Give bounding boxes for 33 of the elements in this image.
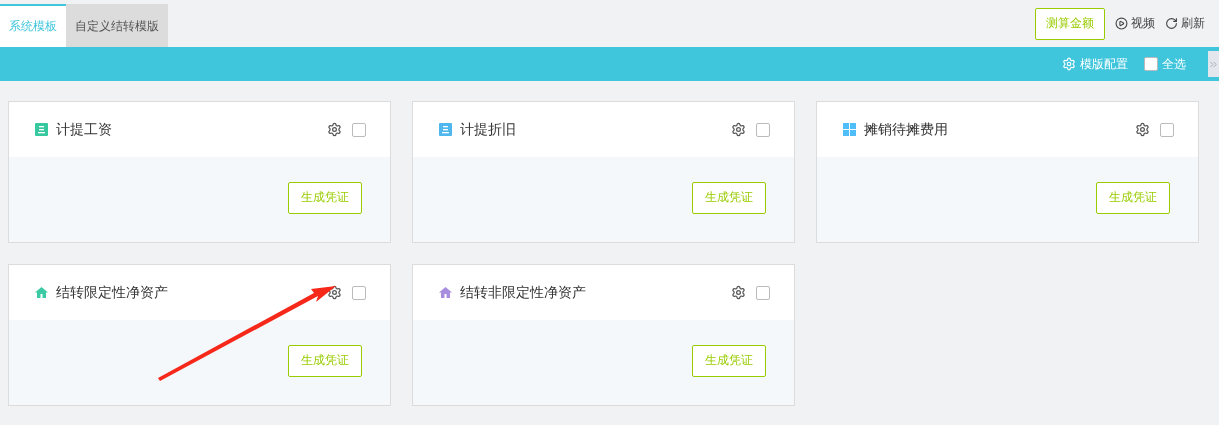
generate-voucher-button[interactable]: 生成凭证 — [288, 181, 362, 214]
checkbox[interactable] — [756, 285, 770, 300]
estimate-button[interactable]: 测算金额 — [1035, 7, 1105, 40]
checkbox[interactable] — [756, 122, 770, 137]
tab[interactable]: 系统模板 — [0, 4, 66, 47]
settings-icon[interactable] — [1135, 122, 1150, 137]
checkbox[interactable] — [1160, 122, 1174, 137]
generate-voucher-button[interactable]: 生成凭证 — [288, 344, 362, 377]
video-link[interactable]: 视频 — [1115, 15, 1155, 32]
checkbox[interactable] — [352, 122, 366, 137]
collapse-handle[interactable] — [1208, 51, 1219, 77]
generate-voucher-button[interactable]: 生成凭证 — [692, 181, 766, 214]
play-icon — [1115, 17, 1128, 30]
card-title: 结转限定性净资产 — [56, 283, 168, 302]
settings-icon — [1062, 57, 1076, 71]
card-title: 计提折旧 — [460, 120, 516, 139]
refresh-link[interactable]: 刷新 — [1165, 15, 1205, 32]
settings-icon[interactable] — [731, 122, 746, 137]
config-link[interactable]: 模版配置 — [1062, 55, 1128, 73]
card-title: 摊销待摊费用 — [864, 120, 948, 139]
settings-icon[interactable] — [327, 122, 342, 137]
select-all-checkbox[interactable]: 全选 — [1144, 55, 1186, 73]
select-all-label: 全选 — [1162, 55, 1186, 73]
tab[interactable]: 自定义结转模版 — [66, 4, 168, 47]
refresh-icon — [1165, 17, 1178, 30]
card-title: 计提工资 — [56, 120, 112, 139]
settings-icon[interactable] — [731, 285, 746, 300]
settings-icon[interactable] — [327, 285, 342, 300]
card-title: 结转非限定性净资产 — [460, 283, 586, 302]
generate-voucher-button[interactable]: 生成凭证 — [1096, 181, 1170, 214]
checkbox[interactable] — [1144, 57, 1158, 71]
checkbox[interactable] — [352, 285, 366, 300]
generate-voucher-button[interactable]: 生成凭证 — [692, 344, 766, 377]
